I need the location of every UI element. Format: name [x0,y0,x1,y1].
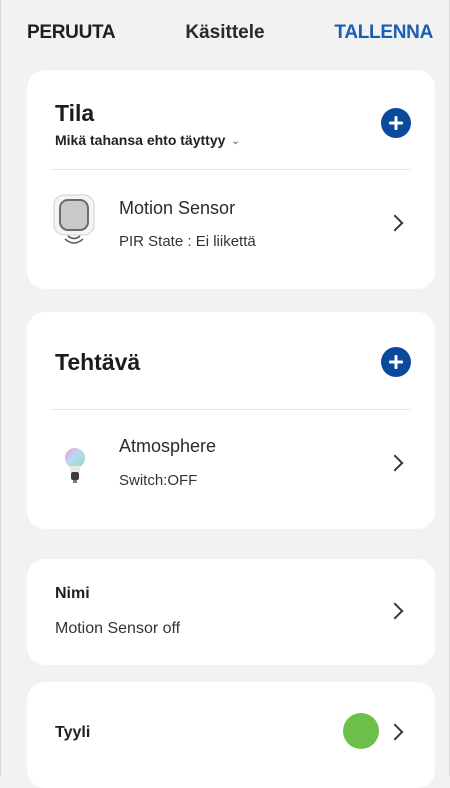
condition-item-detail: PIR State : Ei liikettä [119,233,256,250]
condition-item-name: Motion Sensor [119,198,236,218]
condition-mode-selector[interactable]: Mikä tahansa ehto täyttyy ⌄ [55,132,240,148]
name-value: Motion Sensor off [55,620,181,637]
chevron-right-icon [386,454,404,472]
bulb-icon [65,448,85,483]
style-label: Tyyli [55,724,91,741]
task-item-name: Atmosphere [119,436,217,456]
chevron-down-icon: ⌄ [231,136,240,147]
condition-card: Tila Mikä tahansa ehto täyttyy ⌄ Motion S… [27,70,435,289]
task-card: Tehtävä Atmosphere Switch:OFF [27,312,435,529]
condition-title: Tila [55,100,95,126]
add-condition-button[interactable] [381,108,411,138]
style-color-swatch [343,713,379,749]
style-card[interactable]: Tyyli [27,682,435,788]
add-task-button[interactable] [381,347,411,377]
chevron-right-icon [386,723,404,741]
name-card[interactable]: Nimi Motion Sensor off [27,559,435,665]
chevron-right-icon [386,214,404,232]
task-title: Tehtävä [55,349,141,375]
motion-sensor-icon [53,194,95,244]
task-row-atmosphere[interactable]: Atmosphere Switch:OFF [27,410,435,528]
task-item-detail: Switch:OFF [119,472,198,489]
name-label: Nimi [55,585,90,602]
chevron-right-icon [386,602,404,620]
condition-row-motion-sensor[interactable]: Motion Sensor PIR State : Ei liikettä [27,170,435,288]
save-button[interactable]: TALLENNA [334,22,433,44]
condition-mode-label: Mikä tahansa ehto täyttyy [55,132,226,148]
top-bar: PERUUTA Käsittele TALLENNA [1,0,449,68]
